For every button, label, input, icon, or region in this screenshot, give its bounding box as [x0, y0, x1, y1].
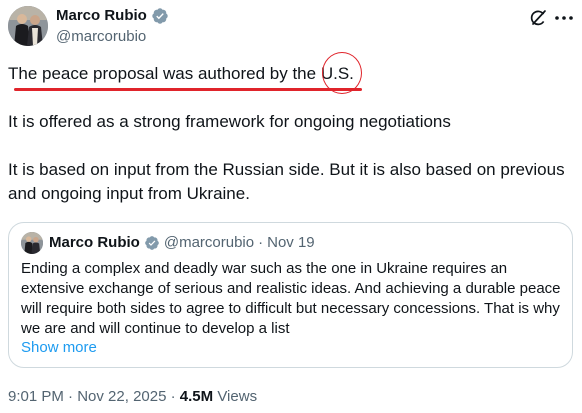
quoted-author-name: Marco Rubio — [49, 234, 140, 251]
quoted-author-avatar — [21, 232, 43, 254]
author-name-row: Marco Rubio — [56, 6, 169, 26]
separator-dot: · — [68, 388, 74, 405]
quoted-tweet-header: Marco Rubio @marcorubio · Nov 19 — [49, 233, 315, 253]
verified-badge-icon — [144, 235, 160, 251]
tweet-date[interactable]: Nov 22, 2025 — [77, 388, 166, 405]
author-display-name[interactable]: Marco Rubio — [56, 6, 147, 26]
author-avatar[interactable] — [8, 6, 48, 46]
quoted-author-handle: @marcorubio — [163, 234, 255, 251]
tweet: Marco Rubio @marcorubio The peace propos… — [0, 0, 582, 413]
quoted-tweet-date: Nov 19 — [267, 234, 315, 251]
views-label: Views — [217, 388, 258, 405]
separator-dot: · — [258, 234, 264, 251]
verified-badge-icon[interactable] — [151, 7, 169, 25]
more-icon[interactable] — [552, 8, 576, 28]
quoted-tweet-card[interactable]: Marco Rubio @marcorubio · Nov 19 Ending … — [8, 222, 573, 368]
author-handle[interactable]: @marcorubio — [56, 27, 146, 47]
red-circle-annotation — [322, 52, 362, 94]
grok-icon[interactable] — [528, 8, 548, 28]
separator-dot: · — [170, 388, 176, 405]
views-count: 4.5M — [179, 388, 214, 405]
tweet-paragraph: It is offered as a strong framework for … — [8, 112, 451, 131]
red-underline-annotation — [14, 88, 362, 91]
tweet-meta: 9:01 PM · Nov 22, 2025 · 4.5M Views — [8, 387, 257, 407]
show-more-link[interactable]: Show more — [21, 339, 97, 356]
quoted-tweet-text: Ending a complex and deadly war such as … — [21, 260, 561, 337]
tweet-time[interactable]: 9:01 PM — [8, 388, 64, 405]
tweet-paragraph: The peace proposal was authored by the U… — [8, 64, 354, 83]
tweet-paragraph: It is based on input from the Russian si… — [8, 160, 565, 203]
